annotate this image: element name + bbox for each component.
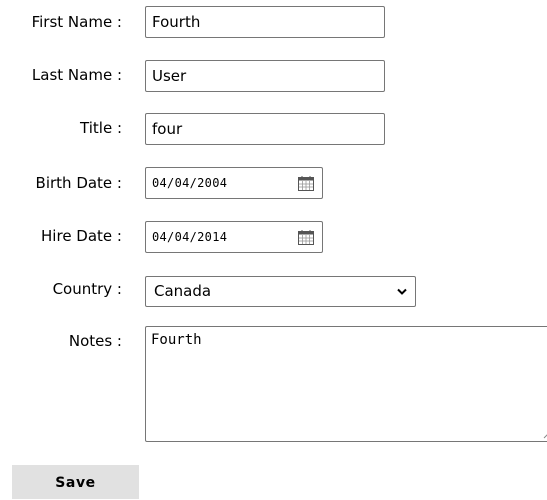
birth-date-label: Birth Date : [35,174,122,192]
notes-textarea[interactable]: Fourth [145,326,547,442]
resize-grip-icon[interactable] [543,430,547,439]
country-select[interactable]: Canada [145,276,416,307]
notes-textarea-value: Fourth [151,332,202,348]
save-button[interactable]: Save [12,465,139,499]
first-name-input[interactable]: Fourth [145,6,385,38]
birth-date-input[interactable]: 04/04/2004 [145,167,323,199]
country-select-value: Canada [154,282,212,300]
country-label: Country : [52,280,122,298]
calendar-icon[interactable] [298,230,314,245]
title-label: Title : [80,119,122,137]
title-input[interactable]: four [145,113,385,145]
calendar-icon[interactable] [298,176,314,191]
birth-date-value: 04/04/2004 [152,176,228,190]
hire-date-input[interactable]: 04/04/2014 [145,221,323,253]
hire-date-label: Hire Date : [41,227,122,245]
hire-date-value: 04/04/2014 [152,230,228,244]
last-name-label: Last Name : [31,66,122,84]
notes-label: Notes : [68,332,122,350]
first-name-label: First Name : [31,13,122,31]
chevron-down-icon [397,288,407,295]
last-name-input[interactable]: User [145,60,385,92]
